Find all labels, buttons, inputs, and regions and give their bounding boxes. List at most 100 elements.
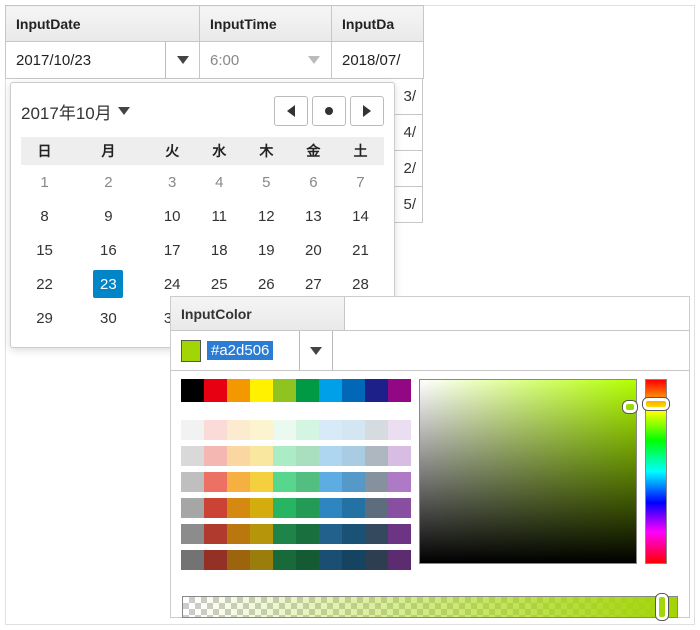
color-swatch[interactable]: [388, 550, 411, 570]
calendar-day[interactable]: 22: [21, 267, 68, 301]
calendar-day[interactable]: 4: [196, 165, 243, 199]
color-swatch[interactable]: [319, 498, 342, 518]
color-swatch[interactable]: [365, 550, 388, 570]
color-swatch[interactable]: [181, 498, 204, 518]
color-swatch[interactable]: [365, 446, 388, 466]
color-swatch[interactable]: [388, 446, 411, 466]
calendar-today-button[interactable]: [312, 96, 346, 126]
calendar-day[interactable]: 15: [21, 233, 68, 267]
saturation-value-field[interactable]: [419, 379, 637, 564]
color-swatch[interactable]: [342, 524, 365, 544]
calendar-day[interactable]: 11: [196, 199, 243, 233]
calendar-day[interactable]: 29: [21, 301, 68, 335]
color-swatch[interactable]: [296, 524, 319, 544]
color-swatch[interactable]: [388, 379, 411, 402]
color-swatch[interactable]: [227, 524, 250, 544]
color-swatch[interactable]: [204, 524, 227, 544]
color-swatch[interactable]: [181, 524, 204, 544]
color-swatch[interactable]: [319, 379, 342, 402]
color-swatch[interactable]: [388, 472, 411, 492]
color-swatch[interactable]: [204, 550, 227, 570]
calendar-day[interactable]: 19: [243, 233, 290, 267]
color-swatch[interactable]: [296, 446, 319, 466]
alpha-cursor[interactable]: [656, 594, 668, 620]
color-swatch[interactable]: [319, 446, 342, 466]
color-swatch[interactable]: [296, 550, 319, 570]
calendar-day[interactable]: 16: [68, 233, 149, 267]
calendar-day[interactable]: 9: [68, 199, 149, 233]
calendar-day[interactable]: 23: [68, 267, 149, 301]
calendar-next-button[interactable]: [350, 96, 384, 126]
color-swatch[interactable]: [181, 472, 204, 492]
color-swatch[interactable]: [273, 524, 296, 544]
color-swatch[interactable]: [204, 498, 227, 518]
color-swatch[interactable]: [227, 379, 250, 402]
color-swatch[interactable]: [342, 550, 365, 570]
color-swatch[interactable]: [250, 550, 273, 570]
calendar-day[interactable]: 3: [149, 165, 196, 199]
inputdate2-cell[interactable]: 2018/07/: [332, 42, 423, 78]
inputcolor-value[interactable]: #a2d506: [207, 341, 273, 360]
color-swatch[interactable]: [227, 420, 250, 440]
color-swatch[interactable]: [273, 379, 296, 402]
color-swatch[interactable]: [296, 472, 319, 492]
calendar-day[interactable]: 12: [243, 199, 290, 233]
color-swatch[interactable]: [342, 472, 365, 492]
calendar-day[interactable]: 5: [243, 165, 290, 199]
calendar-day[interactable]: 7: [337, 165, 384, 199]
color-swatch[interactable]: [342, 379, 365, 402]
calendar-day[interactable]: 18: [196, 233, 243, 267]
color-swatch[interactable]: [250, 524, 273, 544]
alpha-slider[interactable]: [182, 596, 678, 618]
color-swatch[interactable]: [319, 472, 342, 492]
color-swatch[interactable]: [365, 524, 388, 544]
color-swatch[interactable]: [365, 472, 388, 492]
calendar-day[interactable]: 2: [68, 165, 149, 199]
color-swatch[interactable]: [204, 379, 227, 402]
inputtime-cell[interactable]: 6:00: [200, 42, 331, 78]
inputdate-dropdown-button[interactable]: [165, 42, 199, 78]
calendar-day[interactable]: 6: [290, 165, 337, 199]
color-swatch[interactable]: [365, 498, 388, 518]
calendar-day[interactable]: 13: [290, 199, 337, 233]
color-swatch[interactable]: [273, 420, 296, 440]
color-swatch[interactable]: [250, 379, 273, 402]
inputtime-dropdown-button[interactable]: [297, 42, 331, 78]
calendar-day[interactable]: 8: [21, 199, 68, 233]
color-swatch[interactable]: [227, 498, 250, 518]
color-swatch[interactable]: [273, 498, 296, 518]
inputcolor-cell[interactable]: #a2d506: [171, 331, 689, 371]
color-swatch[interactable]: [181, 420, 204, 440]
color-swatch[interactable]: [181, 550, 204, 570]
inputcolor-dropdown-button[interactable]: [299, 331, 333, 371]
calendar-day[interactable]: 10: [149, 199, 196, 233]
hue-slider[interactable]: [645, 379, 667, 564]
color-swatch[interactable]: [296, 420, 319, 440]
color-swatch[interactable]: [250, 472, 273, 492]
color-swatch[interactable]: [250, 420, 273, 440]
color-swatch[interactable]: [388, 498, 411, 518]
sv-cursor[interactable]: [623, 401, 637, 413]
color-swatch[interactable]: [250, 446, 273, 466]
calendar-day[interactable]: 1: [21, 165, 68, 199]
color-swatch[interactable]: [250, 498, 273, 518]
color-swatch[interactable]: [204, 420, 227, 440]
color-swatch[interactable]: [319, 524, 342, 544]
color-swatch[interactable]: [365, 420, 388, 440]
color-swatch[interactable]: [204, 472, 227, 492]
color-swatch[interactable]: [227, 550, 250, 570]
color-swatch[interactable]: [296, 498, 319, 518]
calendar-day[interactable]: 21: [337, 233, 384, 267]
calendar-day[interactable]: 30: [68, 301, 149, 335]
calendar-title-button[interactable]: 2017年10月: [21, 99, 130, 124]
color-swatch[interactable]: [181, 446, 204, 466]
calendar-prev-button[interactable]: [274, 96, 308, 126]
color-swatch[interactable]: [388, 524, 411, 544]
hue-cursor[interactable]: [643, 398, 669, 410]
color-swatch[interactable]: [319, 420, 342, 440]
color-swatch[interactable]: [273, 446, 296, 466]
calendar-day[interactable]: 14: [337, 199, 384, 233]
color-swatch[interactable]: [342, 446, 365, 466]
color-swatch[interactable]: [388, 420, 411, 440]
color-swatch[interactable]: [227, 446, 250, 466]
